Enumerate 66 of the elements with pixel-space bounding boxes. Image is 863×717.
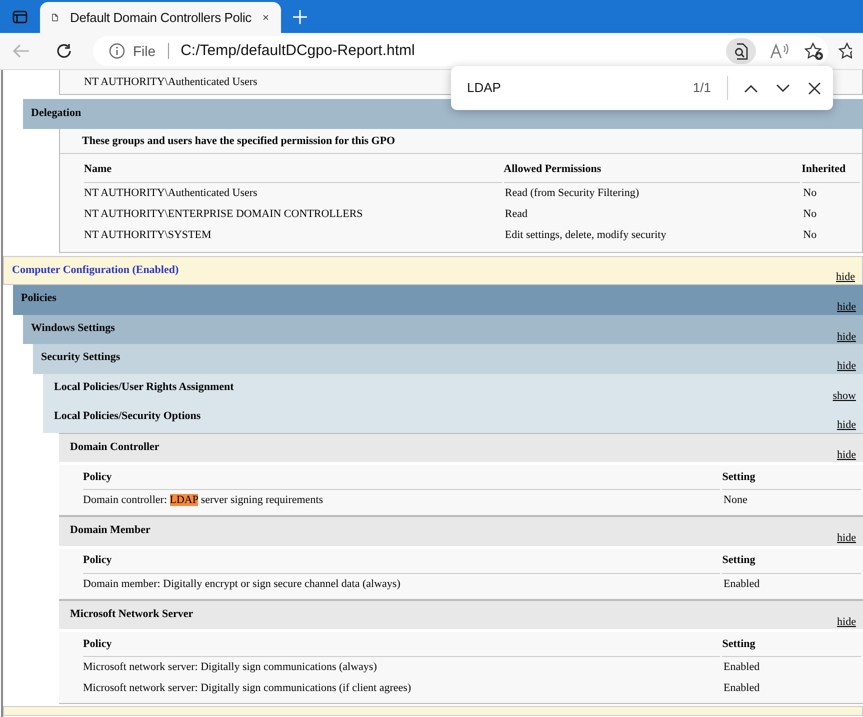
toggle-link[interactable]: hide: [837, 530, 856, 546]
favorite-add-icon[interactable]: [804, 42, 824, 60]
toggle-link[interactable]: show: [832, 388, 856, 404]
column-header: Policy: [83, 465, 720, 490]
tab-title: Default Domain Controllers Polic: [70, 8, 252, 27]
table-cell-text: Read: [504, 206, 528, 222]
address-label: File: [133, 42, 156, 60]
section-title: Local Policies/User Rights Assignment: [54, 380, 234, 394]
section-title: Local Policies/Security Options: [54, 409, 201, 424]
column-header: Policy: [83, 632, 720, 657]
next-match-icon[interactable]: [776, 84, 790, 92]
find-field[interactable]: LDAP: [467, 78, 693, 98]
info-icon[interactable]: [109, 43, 125, 59]
toggle-link[interactable]: hide: [837, 299, 856, 316]
column-header: Name: [84, 158, 502, 182]
table-cell-text: Microsoft network server: Digitally sign communications (if client agrees): [83, 681, 412, 696]
column-header: Policy: [83, 548, 720, 574]
table-cell-text: None: [724, 493, 748, 508]
toggle-link[interactable]: hide: [837, 417, 856, 434]
find-in-page-icon: [733, 42, 749, 60]
toggle-link[interactable]: hide: [837, 358, 856, 374]
table-cell-text: Domain member: Digitally encrypt or sign secure channel data (always): [83, 576, 402, 592]
table-cell-text: NT AUTHORITY\Authenticated Users: [84, 186, 258, 201]
table-cell-text: No: [803, 186, 818, 201]
toggle-link[interactable]: hide: [837, 446, 856, 463]
section-title: Security Settings: [41, 350, 120, 365]
previous-match-icon[interactable]: [744, 84, 758, 92]
read-aloud-icon[interactable]: [770, 43, 790, 59]
tab-actions-icon[interactable]: [12, 8, 28, 24]
new-tab-icon[interactable]: [292, 8, 308, 24]
column-header: Inherited: [802, 158, 860, 182]
table-caption: These groups and users have the specified permission for this GPO: [60, 129, 862, 154]
browser-tab[interactable]: Default Domain Controllers Polic: [40, 2, 281, 33]
url-text: C:/Temp/defaultDCgpo-Report.html: [180, 40, 416, 61]
table-cell-text: Edit settings, delete, modify security: [504, 228, 668, 243]
column-header: Setting: [722, 632, 861, 657]
section-title: Policies: [21, 291, 56, 306]
table-cell-text: Enabled: [724, 576, 761, 592]
address-bar[interactable]: File C:/Temp/defaultDCgpo-Report.html: [93, 36, 828, 66]
toggle-link[interactable]: hide: [837, 614, 856, 630]
section-title: Computer Configuration (Enabled): [12, 262, 179, 278]
table-cell-text: Enabled: [724, 681, 761, 696]
refresh-icon[interactable]: [55, 42, 73, 60]
section-title: Windows Settings: [31, 320, 115, 336]
favorites-icon[interactable]: [838, 42, 852, 60]
toggle-link[interactable]: hide: [837, 328, 856, 345]
column-header: Allowed Permissions: [504, 158, 800, 182]
table-cell-text: No: [803, 206, 818, 222]
table-cell-text: No: [803, 228, 818, 243]
section-title: Microsoft Network Server: [70, 606, 194, 622]
close-icon[interactable]: [808, 82, 821, 94]
table-cell-text: NT AUTHORITY\ENTERPRISE DOMAIN CONTROLLERS: [84, 206, 364, 222]
toggle-link[interactable]: hide: [836, 268, 855, 285]
section-title: Domain Controller: [70, 440, 160, 454]
column-header: Setting: [722, 465, 861, 490]
table-cell-text: Read (from Security Filtering): [504, 186, 640, 201]
table-cell-text: NT AUTHORITY\Authenticated Users: [84, 74, 258, 90]
section-title: Domain Member: [70, 523, 150, 538]
match-count: 1/1: [692, 79, 711, 98]
find-button[interactable]: [726, 38, 756, 64]
table-cell-text: NT AUTHORITY\SYSTEM: [84, 228, 212, 243]
table-cell-text: Enabled: [724, 660, 761, 676]
table-cell-text: Domain controller: LDAP server signing requirements: [83, 493, 324, 508]
column-header: Setting: [722, 548, 861, 574]
close-icon[interactable]: [263, 12, 269, 23]
table-cell-text: Microsoft network server: Digitally sign communications (always): [83, 660, 378, 676]
